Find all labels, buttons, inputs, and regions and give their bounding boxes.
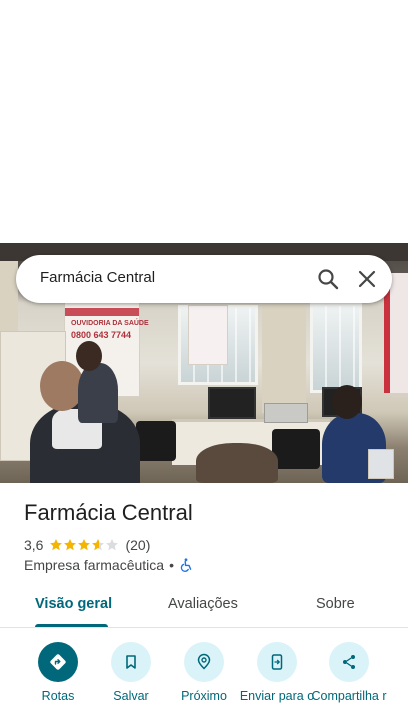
- tab-reviews[interactable]: Avaliações: [168, 596, 238, 612]
- share-button[interactable]: Compartilha r: [309, 640, 389, 703]
- search-icon[interactable]: [316, 267, 340, 291]
- review-count[interactable]: (20): [125, 537, 150, 553]
- wheelchair-accessible-icon: [179, 558, 193, 572]
- action-bar: Rotas Salvar Próximo Enviar para o Compa…: [0, 640, 408, 726]
- tab-about[interactable]: Sobre: [316, 596, 355, 612]
- share-label: Compartilha r: [311, 689, 387, 703]
- active-tab-indicator: [35, 624, 108, 627]
- send-to-phone-button[interactable]: Enviar para o: [237, 640, 317, 703]
- nearby-button[interactable]: Próximo: [164, 640, 244, 703]
- place-title: Farmácia Central: [24, 500, 193, 525]
- photo-printer: [264, 403, 308, 423]
- photo-window: [310, 303, 362, 393]
- share-icon: [329, 642, 369, 682]
- star-icon: [92, 539, 105, 551]
- photo-monitor: [208, 387, 256, 419]
- save-button[interactable]: Salvar: [91, 640, 171, 703]
- tab-bar: Visão geral Avaliações Sobre: [0, 584, 408, 628]
- nearby-label: Próximo: [181, 689, 227, 703]
- tab-overview[interactable]: Visão geral: [35, 596, 112, 612]
- directions-icon: [38, 642, 78, 682]
- separator-dot: •: [169, 557, 174, 573]
- photo-person: [196, 443, 278, 483]
- photo-person: [78, 363, 118, 423]
- photo-person-head: [76, 341, 102, 371]
- star-icon: [78, 539, 91, 551]
- save-label: Salvar: [113, 689, 149, 703]
- directions-label: Rotas: [41, 689, 75, 703]
- rating-value: 3,6: [24, 537, 44, 553]
- send-to-phone-label: Enviar para o: [239, 689, 315, 703]
- blank-area: [0, 0, 408, 243]
- send-to-phone-icon: [257, 642, 297, 682]
- photo-chair: [272, 429, 320, 469]
- category-label: Empresa farmacêutica: [24, 557, 165, 573]
- close-icon[interactable]: [354, 266, 380, 292]
- photo-paper: [368, 449, 394, 479]
- search-bar[interactable]: Farmácia Central: [16, 255, 392, 303]
- search-input[interactable]: Farmácia Central: [40, 269, 155, 286]
- star-rating: [49, 538, 119, 552]
- photo-notice: [188, 305, 228, 365]
- photo-person-head: [332, 385, 362, 419]
- star-icon: [64, 539, 77, 551]
- rating-row[interactable]: 3,6 (20): [24, 536, 150, 554]
- star-icon: [50, 539, 63, 551]
- directions-button[interactable]: Rotas: [18, 640, 98, 703]
- star-icon: [106, 539, 119, 551]
- bookmark-icon: [111, 642, 151, 682]
- photo-chair: [136, 421, 176, 461]
- nearby-icon: [184, 642, 224, 682]
- category-row: Empresa farmacêutica •: [24, 556, 193, 574]
